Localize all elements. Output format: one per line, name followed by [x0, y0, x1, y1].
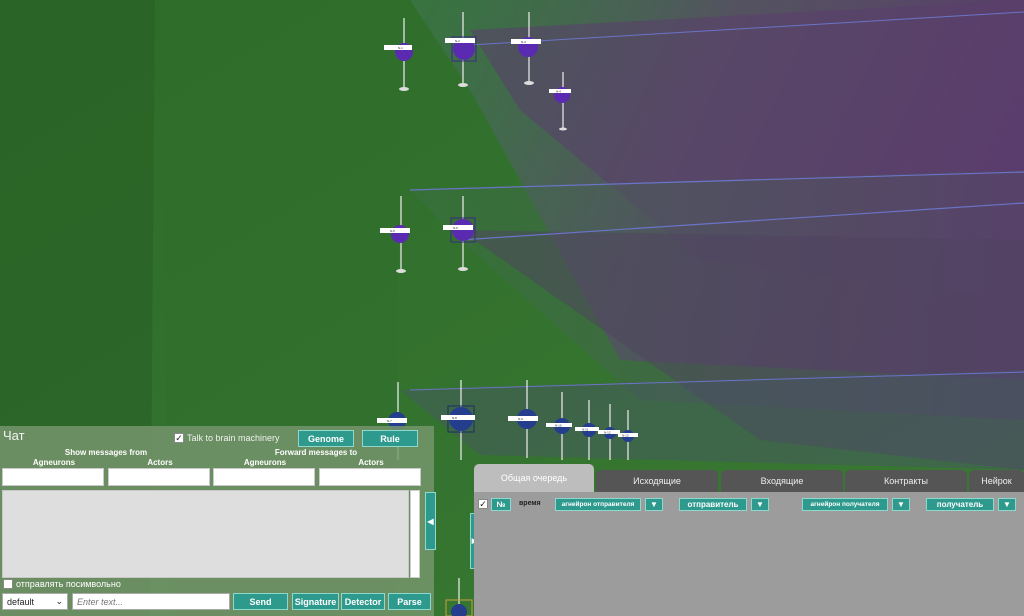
forward-agneurons-label: Agneurons [243, 458, 287, 467]
send-button[interactable]: Send [233, 593, 288, 610]
tab-incoming[interactable]: Входящие [721, 470, 843, 492]
show-actors-label: Actors [147, 458, 173, 467]
queue-header-row: ✓ № время агнейрон отправителя ▼ отправи… [474, 498, 1024, 512]
parse-button[interactable]: Parse [388, 593, 431, 610]
show-actors-field[interactable] [108, 468, 210, 486]
chat-panel: Чат ✓ Talk to brain machinery Genome Rul… [0, 426, 436, 616]
neuron-label: N-3 [521, 40, 526, 44]
neuron-label: N-1 [398, 46, 403, 50]
neuron-label: N-12 [604, 431, 611, 435]
chat-scrollbar[interactable] [410, 490, 420, 578]
time-column-label: время [519, 500, 541, 507]
message-input[interactable] [72, 593, 230, 610]
forward-actors-field[interactable] [319, 468, 421, 486]
tab-general-queue[interactable]: Общая очередь [474, 464, 594, 492]
show-messages-title: Show messages from [64, 448, 148, 457]
receiver-agneuron-filter[interactable]: ▼ [892, 498, 910, 511]
talk-checkbox[interactable]: ✓ [174, 433, 184, 443]
neuron-label: N-6 [453, 226, 458, 230]
sender-agneuron-column[interactable]: агнейрон отправителя [555, 498, 641, 511]
queue-table: ✓ № время агнейрон отправителя ▼ отправи… [474, 492, 1024, 616]
talk-label: Talk to brain machinery [187, 433, 280, 443]
filter-icon: ▼ [1003, 500, 1011, 509]
forward-actors-label: Actors [358, 458, 384, 467]
receiver-column[interactable]: получатель [926, 498, 994, 511]
forward-agneurons-field[interactable] [213, 468, 315, 486]
sort-number-button[interactable]: № [491, 498, 511, 511]
signature-button[interactable]: Signature [292, 593, 339, 610]
neuron-label: N-10 [555, 424, 562, 428]
send-by-char-checkbox[interactable] [3, 579, 13, 589]
sender-agneuron-filter[interactable]: ▼ [645, 498, 663, 511]
forward-messages-title: Forward messages to [274, 448, 358, 457]
sender-filter[interactable]: ▼ [751, 498, 769, 511]
tab-contracts[interactable]: Контракты [845, 470, 967, 492]
tab-outgoing[interactable]: Исходящие [596, 470, 718, 492]
chat-message-area[interactable] [2, 490, 409, 578]
select-all-checkbox[interactable]: ✓ [478, 499, 488, 509]
show-agneurons-field[interactable] [2, 468, 104, 486]
filter-icon: ▼ [650, 500, 658, 509]
channel-select-value: default [7, 596, 35, 607]
filter-icon: ▼ [897, 500, 905, 509]
neuron-label: N-2 [455, 39, 460, 43]
collapse-chat-button[interactable]: ◀ [425, 492, 436, 550]
channel-select[interactable]: default ⌄ [2, 593, 68, 610]
filter-icon: ▼ [756, 500, 764, 509]
neuron-label: N-4 [556, 90, 561, 94]
show-agneurons-label: Agneurons [32, 458, 76, 467]
chevron-down-icon: ⌄ [55, 596, 63, 606]
neuron-label: N-9 [518, 417, 523, 421]
neuron-label: N-8 [452, 416, 457, 420]
chat-title: Чат [3, 428, 25, 443]
neuron-label: N-7 [387, 419, 392, 423]
neuron-label: N-5 [390, 229, 395, 233]
sender-column[interactable]: отправитель [679, 498, 747, 511]
receiver-agneuron-column[interactable]: агнейрон получателя [802, 498, 888, 511]
send-by-char-label: отправлять посимвольно [16, 579, 121, 589]
neuron-label: N-13 [622, 434, 629, 438]
detector-button[interactable]: Detector [341, 593, 385, 610]
neuron-label: N-11 [582, 428, 589, 432]
tab-neurons[interactable]: Нейрок [969, 470, 1024, 492]
chevron-left-icon: ◀ [427, 516, 434, 526]
receiver-filter[interactable]: ▼ [998, 498, 1016, 511]
rule-button[interactable]: Rule [362, 430, 418, 447]
message-queue-panel: Исходящие Входящие Контракты Нейрок Обща… [474, 464, 1024, 616]
genome-button[interactable]: Genome [298, 430, 354, 447]
send-by-char-toggle[interactable]: отправлять посимвольно [3, 579, 121, 589]
talk-to-brain-toggle[interactable]: ✓ Talk to brain machinery [174, 433, 280, 443]
